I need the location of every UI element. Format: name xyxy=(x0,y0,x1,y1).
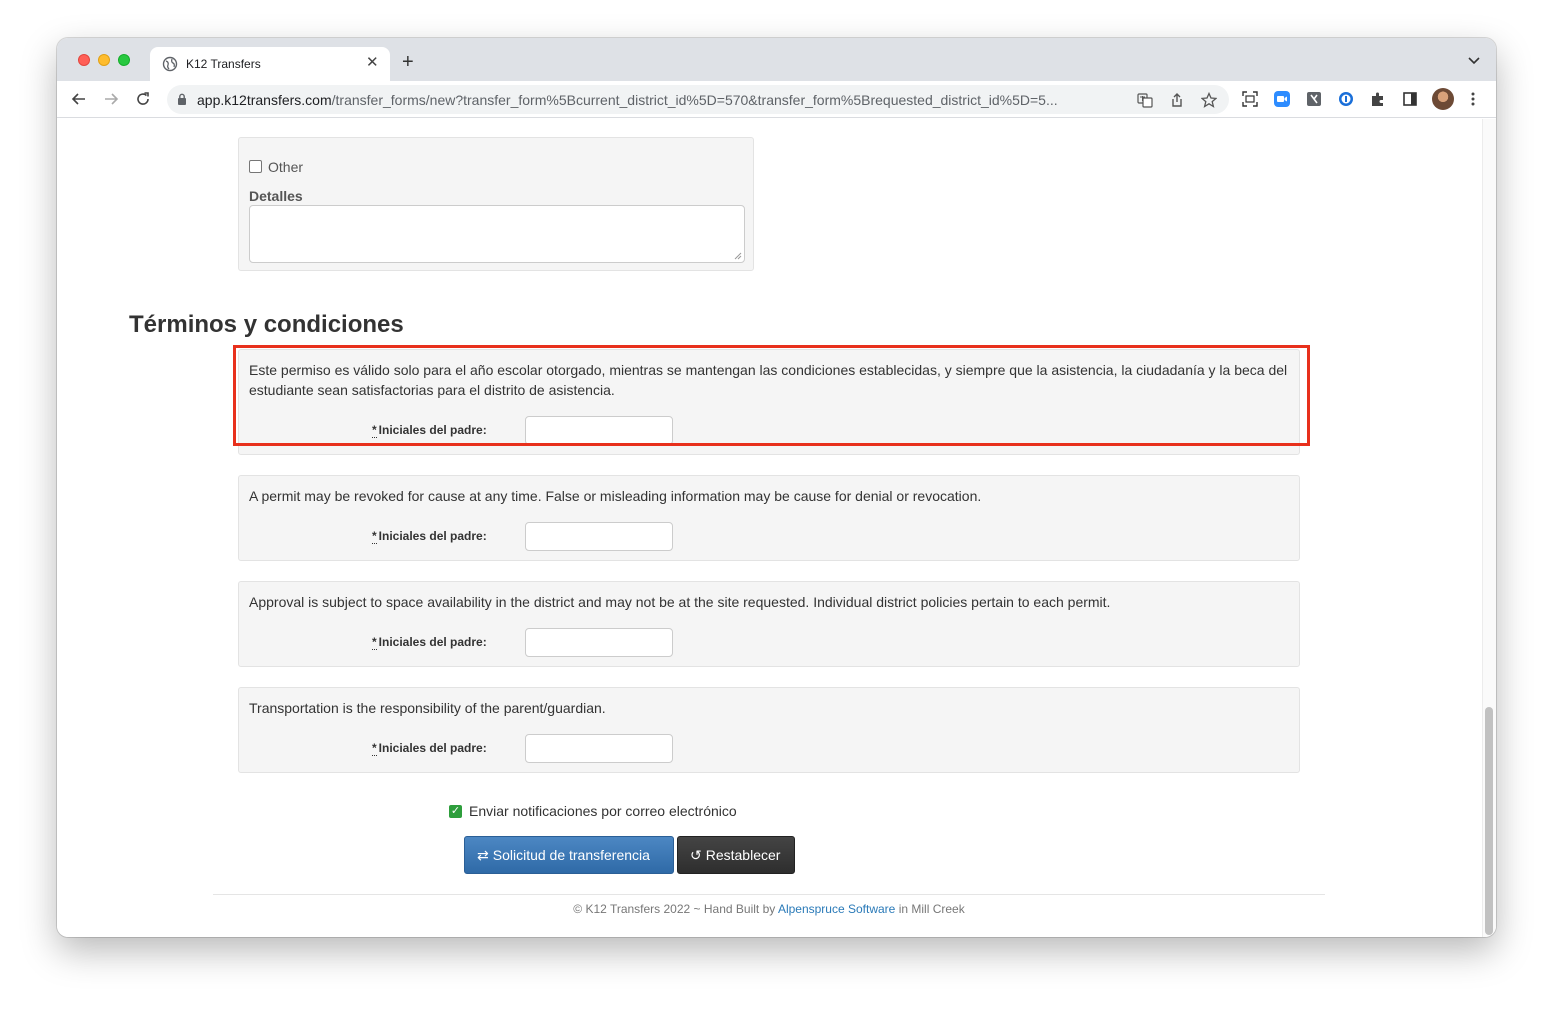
tab-close-icon[interactable]: ✕ xyxy=(366,55,379,71)
browser-tab[interactable]: K12 Transfers ✕ xyxy=(150,47,390,81)
reload-icon[interactable] xyxy=(135,91,151,107)
puzzle-icon[interactable] xyxy=(1370,91,1386,107)
initials-label-text: Iniciales del padre: xyxy=(378,741,487,755)
extension-icon[interactable] xyxy=(1306,91,1322,107)
scrollbar-thumb[interactable] xyxy=(1485,707,1493,935)
transfer-arrows-icon: ⇄ xyxy=(477,847,489,863)
term-text-2: A permit may be revoked for cause at any… xyxy=(249,488,982,504)
url-path: /transfer_forms/new?transfer_form%5Bcurr… xyxy=(331,92,1058,108)
initials-label-4: * Iniciales del padre: xyxy=(372,741,487,756)
details-label: Detalles xyxy=(249,188,303,204)
transfer-request-label: Solicitud de transferencia xyxy=(492,847,650,863)
terms-heading: Términos y condiciones xyxy=(129,311,404,338)
address-bar[interactable]: app.k12transfers.com/transfer_forms/new?… xyxy=(167,85,1229,114)
term-panel-2: A permit may be revoked for cause at any… xyxy=(238,475,1300,561)
term-text-3: Approval is subject to space availabilit… xyxy=(249,594,1111,610)
initials-input-2[interactable] xyxy=(525,522,673,551)
other-label: Other xyxy=(268,159,304,175)
email-notifications-label: Enviar notificaciones por correo electró… xyxy=(469,803,737,819)
footer-suffix: in Mill Creek xyxy=(898,902,965,916)
bookmark-star-icon[interactable] xyxy=(1201,92,1217,108)
page-footer: © K12 Transfers 2022 ~ Hand Built by Alp… xyxy=(57,902,1481,916)
reset-label: Restablecer xyxy=(705,847,781,863)
side-panel-icon[interactable] xyxy=(1402,91,1418,107)
password-manager-icon[interactable] xyxy=(1338,91,1354,107)
new-tab-button[interactable]: + xyxy=(402,52,414,72)
share-icon[interactable] xyxy=(1169,92,1185,108)
globe-icon xyxy=(162,56,178,72)
resize-handle-icon[interactable] xyxy=(734,252,742,260)
url-text[interactable]: app.k12transfers.com/transfer_forms/new?… xyxy=(197,92,1127,108)
alpenspruce-link[interactable]: Alpenspruce Software xyxy=(778,902,895,916)
initials-input-3[interactable] xyxy=(525,628,673,657)
other-checkbox[interactable] xyxy=(249,160,262,173)
undo-icon: ↺ xyxy=(690,847,702,863)
required-mark: * xyxy=(372,529,377,544)
screen-capture-icon[interactable] xyxy=(1242,91,1258,107)
transfer-request-button[interactable]: ⇄ Solicitud de transferencia xyxy=(464,836,674,874)
initials-label-text: Iniciales del padre: xyxy=(378,635,487,649)
annotation-highlight-box xyxy=(233,345,1310,446)
chevron-down-icon[interactable] xyxy=(1468,55,1480,65)
profile-avatar[interactable] xyxy=(1432,88,1454,110)
minimize-window-button[interactable] xyxy=(98,54,110,66)
back-arrow-icon[interactable] xyxy=(71,91,87,107)
zoom-extension-icon[interactable] xyxy=(1274,91,1290,107)
maximize-window-button[interactable] xyxy=(118,54,130,66)
term-text-4: Transportation is the responsibility of … xyxy=(249,700,606,716)
forward-arrow-icon[interactable] xyxy=(103,91,119,107)
translate-icon[interactable] xyxy=(1137,92,1153,108)
required-mark: * xyxy=(372,741,377,756)
reset-button[interactable]: ↺ Restablecer xyxy=(677,836,795,874)
initials-label-text: Iniciales del padre: xyxy=(378,529,487,543)
scrollbar-track[interactable] xyxy=(1482,119,1496,937)
tab-title: K12 Transfers xyxy=(186,57,261,71)
footer-divider xyxy=(213,894,1325,895)
initials-label-2: * Iniciales del padre: xyxy=(372,529,487,544)
page-content: Other Detalles Términos y condiciones Es… xyxy=(57,119,1496,937)
footer-prefix: © K12 Transfers 2022 ~ Hand Built by xyxy=(573,902,776,916)
initials-input-4[interactable] xyxy=(525,734,673,763)
url-host: app.k12transfers.com xyxy=(197,92,332,108)
email-notifications-checkbox[interactable]: ✓ xyxy=(449,805,462,818)
other-details-panel: Other Detalles xyxy=(238,137,754,271)
details-textarea[interactable] xyxy=(249,205,745,263)
lock-icon[interactable] xyxy=(177,93,187,105)
browser-toolbar: app.k12transfers.com/transfer_forms/new?… xyxy=(57,81,1496,118)
tab-strip: K12 Transfers ✕ + xyxy=(57,38,1496,81)
term-panel-3: Approval is subject to space availabilit… xyxy=(238,581,1300,667)
browser-window: K12 Transfers ✕ + app.k12transfers.com/t… xyxy=(57,38,1496,937)
more-options-icon[interactable] xyxy=(1470,91,1476,107)
close-window-button[interactable] xyxy=(78,54,90,66)
initials-label-3: * Iniciales del padre: xyxy=(372,635,487,650)
required-mark: * xyxy=(372,635,377,650)
term-panel-4: Transportation is the responsibility of … xyxy=(238,687,1300,773)
